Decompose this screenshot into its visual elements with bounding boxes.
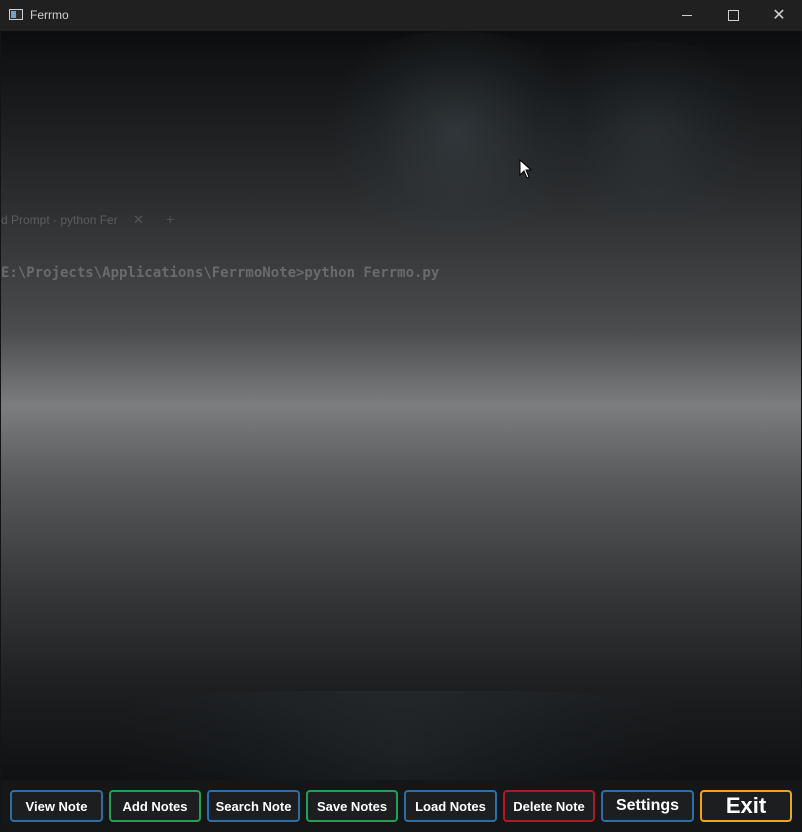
action-toolbar: View Note Add Notes Search Note Save Not… [1,780,801,831]
app-icon [9,9,23,20]
close-icon: ✕ [772,6,786,24]
save-notes-button[interactable]: Save Notes [306,790,398,822]
exit-button[interactable]: Exit [700,790,792,822]
ghost-tab-add-icon: + [166,211,175,227]
delete-note-button[interactable]: Delete Note [503,790,595,822]
transparent-canvas: d Prompt - python Fer ✕ + E:\Projects\Ap… [1,31,801,780]
load-notes-button[interactable]: Load Notes [404,790,497,822]
close-button[interactable]: ✕ [756,0,802,31]
search-note-button[interactable]: Search Note [207,790,300,822]
minimize-icon [682,15,692,16]
background-foliage [1,691,801,780]
add-notes-button[interactable]: Add Notes [109,790,201,822]
ghost-terminal-command: E:\Projects\Applications\FerrmoNote>pyth… [1,265,440,281]
title-bar[interactable]: Ferrmo ✕ [0,0,802,31]
maximize-button[interactable] [710,0,756,31]
ghost-tab-close-icon: ✕ [133,212,144,227]
ghost-terminal-tab: d Prompt - python Fer [1,213,118,227]
minimize-button[interactable] [664,0,710,31]
window-title: Ferrmo [30,8,69,22]
settings-button[interactable]: Settings [601,790,694,822]
mouse-pointer-icon [519,159,533,179]
maximize-icon [727,10,739,21]
view-note-button[interactable]: View Note [10,790,103,822]
background-foliage [521,41,781,221]
app-window: Ferrmo ✕ d Prompt - python Fer ✕ + E:\Pr… [0,0,802,832]
